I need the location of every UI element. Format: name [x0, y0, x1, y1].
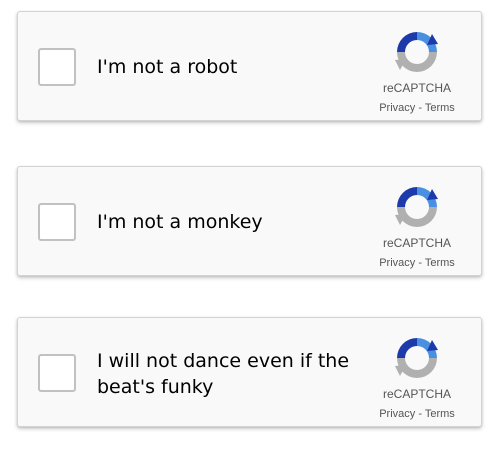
recaptcha-brand-text: reCAPTCHA: [382, 236, 451, 250]
recaptcha-widget-monkey: I'm not a monkey reCAPTCHA Privacy - Ter…: [17, 166, 482, 276]
recaptcha-logo-icon: [395, 32, 438, 72]
terms-link[interactable]: Terms: [425, 408, 455, 420]
link-separator: -: [415, 408, 425, 420]
dance-checkbox[interactable]: [38, 354, 76, 392]
recaptcha-branding: reCAPTCHA Privacy - Terms: [367, 20, 467, 120]
recaptcha-branding: reCAPTCHA Privacy - Terms: [367, 326, 467, 426]
monkey-checkbox[interactable]: [38, 203, 76, 241]
link-separator: -: [415, 257, 425, 269]
dance-checkbox-label: I will not dance even if the beat's funk…: [97, 350, 350, 398]
terms-link[interactable]: Terms: [425, 257, 455, 269]
robot-checkbox-label: I'm not a robot: [97, 56, 238, 78]
privacy-link[interactable]: Privacy: [379, 408, 415, 420]
privacy-link[interactable]: Privacy: [379, 257, 415, 269]
recaptcha-brand-text: reCAPTCHA: [382, 81, 451, 95]
recaptcha-branding: reCAPTCHA Privacy - Terms: [367, 175, 467, 275]
recaptcha-logo-icon: [395, 187, 438, 227]
footer-links: Privacy - Terms: [367, 408, 467, 420]
monkey-checkbox-label: I'm not a monkey: [97, 211, 263, 233]
recaptcha-widget-dance: I will not dance even if the beat's funk…: [17, 317, 482, 427]
footer-links: Privacy - Terms: [367, 257, 467, 269]
privacy-link[interactable]: Privacy: [379, 102, 415, 114]
terms-link[interactable]: Terms: [425, 102, 455, 114]
footer-links: Privacy - Terms: [367, 102, 467, 114]
recaptcha-brand-text: reCAPTCHA: [382, 387, 451, 401]
link-separator: -: [415, 102, 425, 114]
recaptcha-logo-icon: [395, 338, 438, 378]
recaptcha-widget-robot: I'm not a robot reCAPTCHA Privacy - Term…: [17, 11, 482, 121]
robot-checkbox[interactable]: [38, 48, 76, 86]
